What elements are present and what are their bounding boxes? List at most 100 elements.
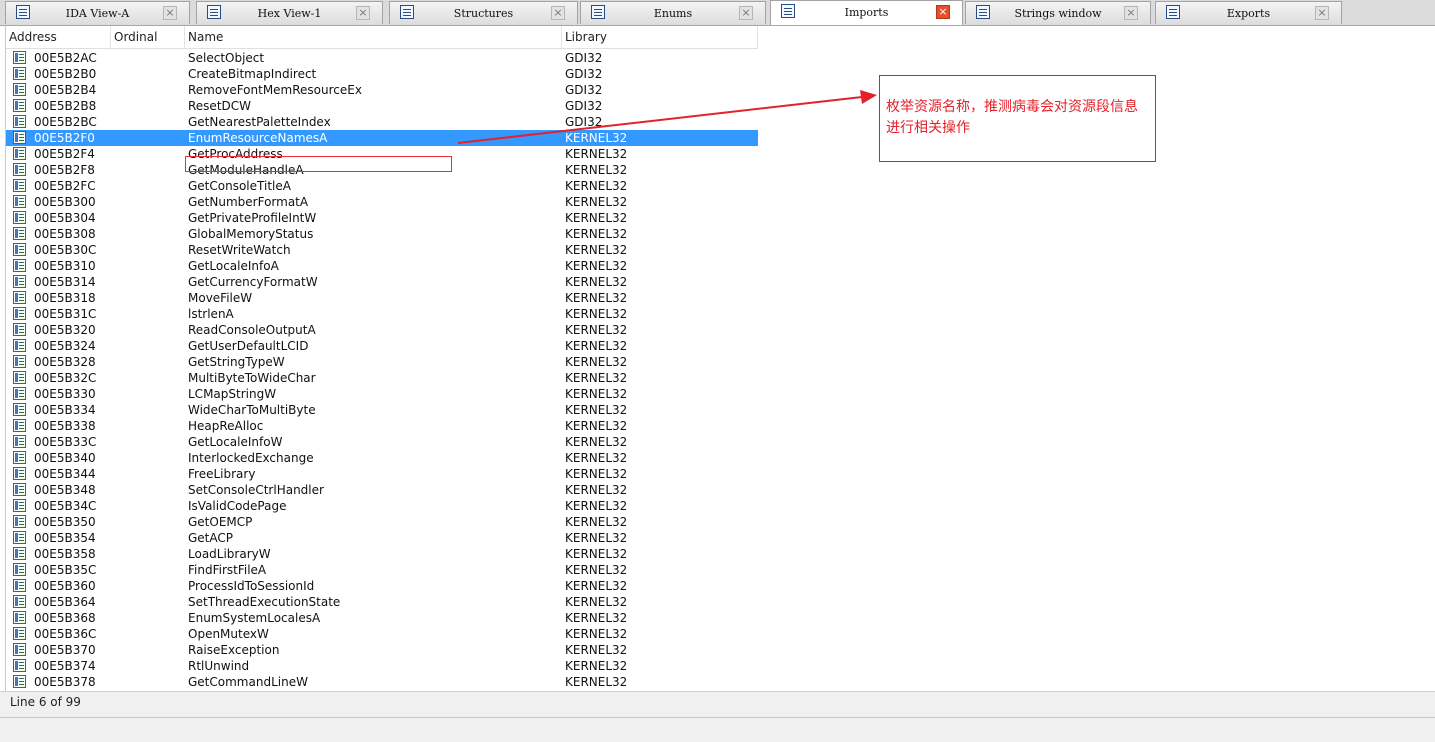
library-cell: KERNEL32 [565,451,628,465]
table-row[interactable]: 00E5B34C IsValidCodePage KERNEL32 [6,498,758,514]
table-row[interactable]: 00E5B2FC GetConsoleTitleA KERNEL32 [6,178,758,194]
table-row[interactable]: 00E5B330 LCMapStringW KERNEL32 [6,386,758,402]
tab-ida-view-a[interactable]: IDA View-A × [5,1,190,24]
address-cell: 00E5B2BC [34,115,97,129]
table-row[interactable]: 00E5B2B0 CreateBitmapIndirect GDI32 [6,66,758,82]
name-cell: SetThreadExecutionState [188,595,341,609]
table-row[interactable]: 00E5B364 SetThreadExecutionState KERNEL32 [6,594,758,610]
table-row[interactable]: 00E5B328 GetStringTypeW KERNEL32 [6,354,758,370]
table-row[interactable]: 00E5B344 FreeLibrary KERNEL32 [6,466,758,482]
tab-label: Imports [844,6,889,19]
table-row[interactable]: 00E5B378 GetCommandLineW KERNEL32 [6,674,758,690]
name-cell: MoveFileW [188,291,253,305]
table-row[interactable]: 00E5B2BC GetNearestPaletteIndex GDI32 [6,114,758,130]
name-cell: ReadConsoleOutputA [188,323,316,337]
table-row[interactable]: 00E5B2F8 GetModuleHandleA KERNEL32 [6,162,758,178]
library-cell: KERNEL32 [565,675,628,689]
library-cell: KERNEL32 [565,611,628,625]
import-entry-icon [13,259,26,272]
name-cell: GetStringTypeW [188,355,285,369]
table-row[interactable]: 00E5B320 ReadConsoleOutputA KERNEL32 [6,322,758,338]
table-row[interactable]: 00E5B318 MoveFileW KERNEL32 [6,290,758,306]
table-row[interactable]: 00E5B300 GetNumberFormatA KERNEL32 [6,194,758,210]
close-icon[interactable]: × [936,5,950,19]
column-header-ordinal[interactable]: Ordinal [111,26,185,48]
table-row[interactable]: 00E5B340 InterlockedExchange KERNEL32 [6,450,758,466]
structures-icon [400,5,414,19]
address-cell: 00E5B31C [34,307,97,321]
import-entry-icon [13,659,26,672]
library-cell: KERNEL32 [565,243,628,257]
table-row[interactable]: 00E5B31C lstrlenA KERNEL32 [6,306,758,322]
table-row[interactable]: 00E5B33C GetLocaleInfoW KERNEL32 [6,434,758,450]
name-cell: OpenMutexW [188,627,269,641]
table-row[interactable]: 00E5B348 SetConsoleCtrlHandler KERNEL32 [6,482,758,498]
table-row[interactable]: 00E5B324 GetUserDefaultLCID KERNEL32 [6,338,758,354]
table-row[interactable]: 00E5B360 ProcessIdToSessionId KERNEL32 [6,578,758,594]
import-entry-icon [13,435,26,448]
close-icon[interactable]: × [1315,6,1329,20]
hex-view-icon [207,5,221,19]
import-entry-icon [13,547,26,560]
table-row[interactable]: 00E5B314 GetCurrencyFormatW KERNEL32 [6,274,758,290]
table-row[interactable]: 00E5B2B8 ResetDCW GDI32 [6,98,758,114]
table-row[interactable]: 00E5B35C FindFirstFileA KERNEL32 [6,562,758,578]
column-header-address[interactable]: Address [6,26,111,48]
library-cell: KERNEL32 [565,259,628,273]
address-cell: 00E5B354 [34,531,96,545]
column-header-name[interactable]: Name [185,26,562,48]
address-cell: 00E5B2B8 [34,99,97,113]
import-entry-icon [13,467,26,480]
name-cell: MultiByteToWideChar [188,371,316,385]
table-row[interactable]: 00E5B338 HeapReAlloc KERNEL32 [6,418,758,434]
table-row[interactable]: 00E5B32C MultiByteToWideChar KERNEL32 [6,370,758,386]
table-row[interactable]: 00E5B36C OpenMutexW KERNEL32 [6,626,758,642]
import-entry-icon [13,563,26,576]
address-cell: 00E5B35C [34,563,97,577]
table-row[interactable]: 00E5B370 RaiseException KERNEL32 [6,642,758,658]
table-row[interactable]: 00E5B368 EnumSystemLocalesA KERNEL32 [6,610,758,626]
tab-hex-view-1[interactable]: Hex View-1 × [196,1,383,24]
library-cell: KERNEL32 [565,515,628,529]
close-icon[interactable]: × [163,6,177,20]
table-row[interactable]: 00E5B2B4 RemoveFontMemResourceEx GDI32 [6,82,758,98]
address-cell: 00E5B330 [34,387,96,401]
address-cell: 00E5B328 [34,355,96,369]
column-header-library[interactable]: Library [562,26,758,48]
table-row[interactable]: 00E5B308 GlobalMemoryStatus KERNEL32 [6,226,758,242]
library-cell: GDI32 [565,115,603,129]
tab-label: Hex View-1 [257,7,322,20]
table-row[interactable]: 00E5B374 RtlUnwind KERNEL32 [6,658,758,674]
close-icon[interactable]: × [356,6,370,20]
close-icon[interactable]: × [739,6,753,20]
table-row[interactable]: 00E5B350 GetOEMCP KERNEL32 [6,514,758,530]
name-cell: EnumSystemLocalesA [188,611,321,625]
table-row[interactable]: 00E5B304 GetPrivateProfileIntW KERNEL32 [6,210,758,226]
address-cell: 00E5B314 [34,275,96,289]
import-entry-icon [13,67,26,80]
imports-list[interactable]: Address Ordinal Name Library 00E5B2AC Sel… [5,26,1435,691]
address-cell: 00E5B350 [34,515,96,529]
table-row[interactable]: 00E5B310 GetLocaleInfoA KERNEL32 [6,258,758,274]
table-row[interactable]: 00E5B358 LoadLibraryW KERNEL32 [6,546,758,562]
table-row[interactable]: 00E5B354 GetACP KERNEL32 [6,530,758,546]
tab-structures[interactable]: Structures × [389,1,578,24]
name-cell: RemoveFontMemResourceEx [188,83,362,97]
table-row[interactable]: 00E5B2F0 EnumResourceNamesA KERNEL32 [6,130,758,146]
name-cell: RtlUnwind [188,659,250,673]
annotation-note: 枚举资源名称，推测病毒会对资源段信息进行相关操作 [879,75,1156,162]
close-icon[interactable]: × [551,6,565,20]
tab-exports[interactable]: Exports × [1155,1,1342,24]
tab-imports[interactable]: Imports × [770,0,963,25]
table-row[interactable]: 00E5B2AC SelectObject GDI32 [6,50,758,66]
table-row[interactable]: 00E5B334 WideCharToMultiByte KERNEL32 [6,402,758,418]
name-cell: FindFirstFileA [188,563,267,577]
tab-strings-window[interactable]: Strings window × [965,1,1151,24]
tab-enums[interactable]: Enums × [580,1,766,24]
table-row[interactable]: 00E5B2F4 GetProcAddress KERNEL32 [6,146,758,162]
tab-label: Enums [653,7,693,20]
close-icon[interactable]: × [1124,6,1138,20]
table-row[interactable]: 00E5B30C ResetWriteWatch KERNEL32 [6,242,758,258]
address-cell: 00E5B308 [34,227,96,241]
library-cell: KERNEL32 [565,659,628,673]
